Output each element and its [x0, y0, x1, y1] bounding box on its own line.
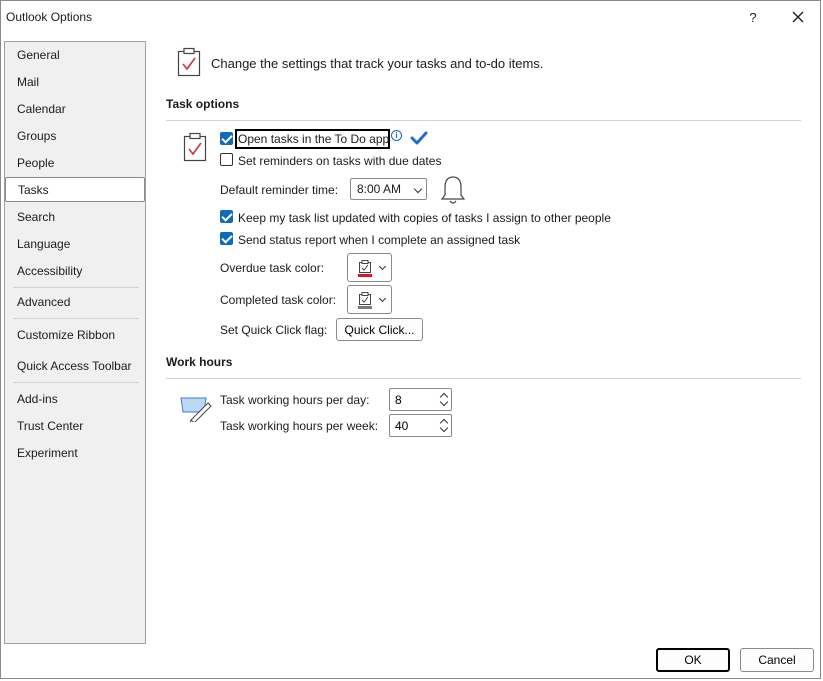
- task-options-clipboard-icon: [183, 132, 207, 165]
- hours-per-day-spinner[interactable]: [389, 388, 452, 411]
- ok-button[interactable]: OK: [656, 648, 730, 672]
- sidebar-item-advanced[interactable]: Advanced: [5, 290, 145, 315]
- sidebar-item-add-ins[interactable]: Add-ins: [5, 387, 145, 412]
- sidebar-divider: [13, 318, 139, 319]
- quick-click-label: Set Quick Click flag:: [220, 323, 328, 337]
- hours-per-week-label: Task working hours per week:: [220, 419, 379, 433]
- close-icon: [792, 11, 804, 23]
- status-report-checkbox[interactable]: [220, 232, 233, 245]
- help-label: ?: [749, 9, 757, 25]
- sidebar-divider: [13, 287, 139, 288]
- outlook-options-dialog: Outlook Options ? General Mail Calendar …: [0, 0, 821, 679]
- work-hours-heading: Work hours: [166, 355, 233, 369]
- sidebar-item-people[interactable]: People: [5, 151, 145, 176]
- overdue-color-button[interactable]: [347, 253, 392, 282]
- reminder-time-label: Default reminder time:: [220, 183, 339, 197]
- chevron-down-icon: [378, 262, 387, 271]
- checkmark-icon: [410, 131, 428, 148]
- sidebar-item-quick-access-toolbar[interactable]: Quick Access Toolbar: [5, 354, 145, 379]
- tasks-clipboard-icon: [177, 47, 201, 80]
- decrement-arrow-icon[interactable]: [439, 423, 449, 433]
- sidebar-item-language[interactable]: Language: [5, 232, 145, 257]
- sidebar-divider: [13, 382, 139, 383]
- options-sidebar: General Mail Calendar Groups People Task…: [4, 41, 146, 644]
- page-description: Change the settings that track your task…: [211, 56, 544, 71]
- status-report-label[interactable]: Send status report when I complete an as…: [238, 233, 520, 247]
- cancel-button[interactable]: Cancel: [740, 648, 814, 672]
- hours-per-day-label: Task working hours per day:: [220, 393, 370, 407]
- section-divider: [166, 378, 801, 379]
- hours-per-week-spinner[interactable]: [389, 414, 452, 437]
- sidebar-item-experiment[interactable]: Experiment: [5, 441, 145, 466]
- pencil-notepad-icon: [180, 394, 212, 425]
- quick-click-button[interactable]: Quick Click...: [336, 318, 423, 341]
- set-reminders-label[interactable]: Set reminders on tasks with due dates: [238, 154, 441, 168]
- chevron-down-icon: [378, 294, 387, 303]
- title-bar: Outlook Options ?: [1, 1, 820, 34]
- open-todo-label[interactable]: Open tasks in the To Do app: [238, 132, 389, 146]
- sidebar-item-search[interactable]: Search: [5, 205, 145, 230]
- sidebar-item-tasks[interactable]: Tasks: [5, 177, 145, 202]
- overdue-color-label: Overdue task color:: [220, 261, 325, 275]
- sidebar-item-trust-center[interactable]: Trust Center: [5, 414, 145, 439]
- sidebar-item-general[interactable]: General: [5, 43, 145, 68]
- completed-color-button[interactable]: [347, 285, 392, 314]
- task-options-heading: Task options: [166, 97, 240, 111]
- completed-color-label: Completed task color:: [220, 293, 337, 307]
- sidebar-item-calendar[interactable]: Calendar: [5, 97, 145, 122]
- section-divider: [166, 120, 801, 121]
- sidebar-item-customize-ribbon[interactable]: Customize Ribbon: [5, 323, 145, 348]
- info-icon[interactable]: i: [391, 130, 402, 141]
- keep-updated-label[interactable]: Keep my task list updated with copies of…: [238, 211, 611, 225]
- keep-updated-checkbox[interactable]: [220, 210, 233, 223]
- completed-clipboard-icon: [358, 292, 372, 309]
- hours-per-week-input[interactable]: [395, 417, 435, 434]
- sidebar-item-mail[interactable]: Mail: [5, 70, 145, 95]
- sidebar-item-groups[interactable]: Groups: [5, 124, 145, 149]
- overdue-clipboard-icon: [358, 260, 372, 277]
- decrement-arrow-icon[interactable]: [439, 397, 449, 407]
- open-todo-checkbox[interactable]: [220, 132, 233, 145]
- bell-icon: [440, 174, 466, 209]
- close-button[interactable]: [784, 5, 812, 29]
- dialog-title: Outlook Options: [6, 10, 93, 24]
- reminder-time-value: 8:00 AM: [357, 182, 402, 196]
- sidebar-item-accessibility[interactable]: Accessibility: [5, 259, 145, 284]
- chevron-down-icon: [413, 184, 423, 194]
- help-button[interactable]: ?: [740, 5, 766, 29]
- hours-per-day-input[interactable]: [395, 391, 435, 408]
- reminder-time-dropdown[interactable]: 8:00 AM: [350, 178, 427, 200]
- set-reminders-checkbox[interactable]: [220, 153, 233, 166]
